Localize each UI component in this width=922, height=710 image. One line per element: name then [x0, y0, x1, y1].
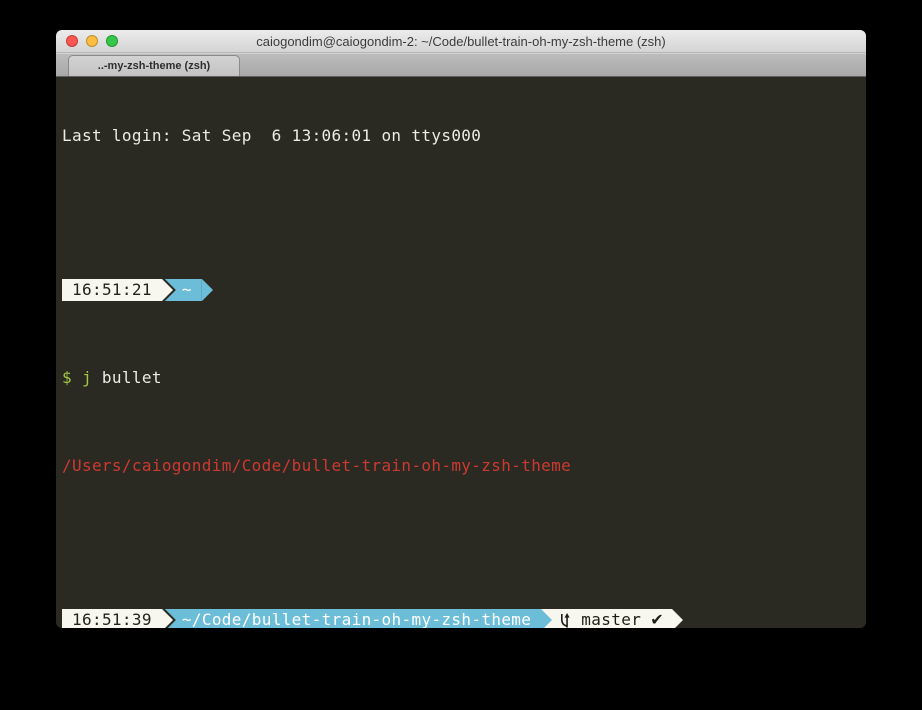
prompt-time-segment: 16:51:21 — [62, 279, 162, 301]
powerline-arrow-icon — [672, 609, 683, 628]
tab-label: ..-my-zsh-theme (zsh) — [98, 60, 210, 72]
terminal-content[interactable]: Last login: Sat Sep 6 13:06:01 on ttys00… — [56, 77, 866, 628]
prompt-dir-segment: ~/Code/bullet-train-oh-my-zsh-theme — [165, 609, 541, 628]
prompt-time-segment: 16:51:39 — [62, 609, 162, 628]
terminal-window: caiogondim@caiogondim-2: ~/Code/bullet-t… — [56, 30, 866, 628]
powerline-arrow-icon — [202, 279, 213, 301]
last-login-line: Last login: Sat Sep 6 13:06:01 on ttys00… — [62, 125, 866, 147]
prompt-line: 16:51:21~ — [62, 279, 866, 301]
terminal-tab[interactable]: ..-my-zsh-theme (zsh) — [68, 55, 240, 76]
window-titlebar[interactable]: caiogondim@caiogondim-2: ~/Code/bullet-t… — [56, 30, 866, 53]
powerline-arrow-icon — [541, 609, 552, 628]
window-title: caiogondim@caiogondim-2: ~/Code/bullet-t… — [56, 34, 866, 49]
command-line: $ j bullet — [62, 367, 866, 389]
command-args: bullet — [92, 368, 162, 387]
git-clean-check-icon: ✔ — [650, 609, 664, 628]
command-text: j — [82, 368, 92, 387]
jump-output-line: /Users/caiogondim/Code/bullet-train-oh-m… — [62, 455, 866, 477]
prompt-char: $ — [62, 368, 72, 387]
git-branch-name: master — [581, 609, 641, 628]
prompt-line: 16:51:39~/Code/bullet-train-oh-my-zsh-th… — [62, 609, 866, 628]
tab-bar: ..-my-zsh-theme (zsh) — [56, 53, 866, 77]
prompt-git-segment: master ✔ — [552, 609, 672, 628]
git-branch-icon — [559, 612, 574, 629]
